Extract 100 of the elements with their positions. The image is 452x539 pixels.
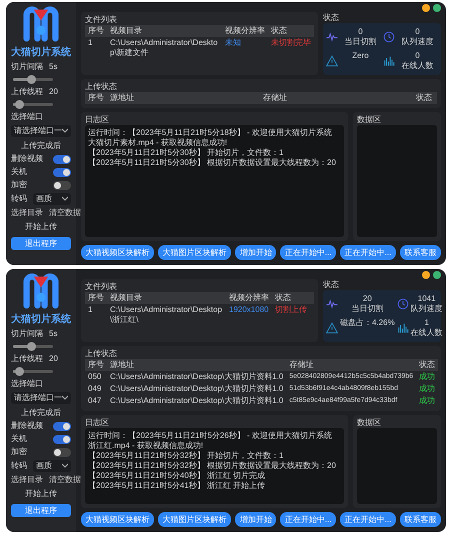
sidebar-link[interactable]: 开始上传 <box>11 221 71 232</box>
sidebar-link[interactable]: 清空数据 <box>49 475 81 485</box>
port-dropdown[interactable]: 请选择端口一 <box>11 392 71 404</box>
toggle-switch[interactable] <box>53 422 71 430</box>
setting-label: 切片间隔 <box>11 329 43 339</box>
app-title: 大猫切片系统 <box>11 46 71 59</box>
toggle-switch[interactable] <box>53 448 71 456</box>
toggle-switch[interactable] <box>53 434 71 444</box>
maximize-button[interactable] <box>433 271 441 279</box>
log-line: 运行时间：【2023年5月11日21时5分26秒】 - 欢迎使用大猫切片系统 <box>88 431 333 441</box>
clock-icon <box>396 298 409 310</box>
table-cell: 050 <box>85 371 107 383</box>
panel-title: 上传状态 <box>85 81 118 92</box>
port-dropdown[interactable]: 请选择端口一 <box>11 125 71 137</box>
toggle-switch[interactable] <box>53 168 71 176</box>
toggle-switch[interactable] <box>53 154 71 164</box>
toggle-label: 加密 <box>11 447 27 457</box>
stat-label: 当日切割 <box>351 304 384 314</box>
action-button[interactable]: 联系客服 <box>400 245 441 260</box>
setting-label: 选择端口 <box>11 379 43 389</box>
caret-icon <box>62 128 68 134</box>
log-line: 浙江红.mp4 - 获取视频信息成功! <box>88 441 204 451</box>
minimize-button[interactable] <box>422 271 430 279</box>
log-line: 运行时间：【2023年5月11日21时5分18秒】 - 欢迎使用大猫切片系统 <box>88 128 333 138</box>
action-button[interactable]: 正在开始中... <box>340 245 396 260</box>
log-line: 【2023年5月11日21时5分32秒】 开始切片，文件数：1 <box>88 451 284 461</box>
column-header: 源地址 <box>107 92 260 104</box>
action-button[interactable]: 大猫视频区块解析 <box>81 512 154 527</box>
setting-label: 切片间隔 <box>11 62 43 72</box>
sidebar-link[interactable]: 选择目录 <box>11 475 43 485</box>
bar-chart-icon <box>383 55 395 67</box>
column-header: 序号 <box>85 359 107 371</box>
section-label: 上传完成后 <box>20 407 62 418</box>
column-header: 状态 <box>416 359 438 371</box>
stat-label: 队列速度 <box>410 304 443 314</box>
transcode-dropdown[interactable]: 画质 <box>33 193 71 205</box>
action-button[interactable]: 大猫视频区块解析 <box>81 245 154 260</box>
minimize-button[interactable] <box>422 4 430 12</box>
logo-icon <box>23 6 59 42</box>
slider-thumb[interactable] <box>14 100 24 109</box>
stat-value: 20 <box>362 294 372 304</box>
panel-title: 状态 <box>323 12 340 23</box>
stat-label: 在线人数 <box>410 328 443 338</box>
action-button[interactable]: 正在开始中... <box>340 512 396 527</box>
log-line: 【2023年5月11日21时5分32秒】 根据切片数据设置最大线程数为：20 <box>88 461 337 471</box>
sidebar-link[interactable]: 选择目录 <box>11 208 43 218</box>
bar-chart-icon <box>396 322 409 334</box>
column-header: 状态 <box>413 92 437 104</box>
table-cell: 1 <box>85 304 107 326</box>
table-cell: 未切割完毕 <box>268 37 314 59</box>
setting-label: 上传线程 <box>11 354 43 364</box>
toggle-switch[interactable] <box>53 180 71 190</box>
panel-title: 状态 <box>323 279 340 290</box>
slider-thumb[interactable] <box>26 75 36 84</box>
setting-label: 转码 <box>11 461 27 471</box>
caret-icon <box>62 463 68 469</box>
stat-label: Zero <box>352 51 369 61</box>
table-cell: 成功 <box>416 371 438 383</box>
table-cell: 切割上传 <box>272 304 314 326</box>
logo-icon <box>23 273 59 309</box>
slider-thumb[interactable] <box>14 367 24 376</box>
panel-title: 数据区 <box>357 417 382 428</box>
action-button[interactable]: 大猫图片区块解析 <box>158 245 232 260</box>
action-button[interactable]: 正在开始中... <box>280 512 336 527</box>
exit-button[interactable]: 退出程序 <box>11 237 71 250</box>
setting-label: 选择端口 <box>11 112 43 122</box>
table-cell-text: C:\Users\Administrator\Desktop\大猫切片资料1.0 <box>109 395 284 407</box>
pulse-icon <box>326 298 338 310</box>
exit-button[interactable]: 退出程序 <box>11 504 71 517</box>
setting-value: 20 <box>49 87 58 97</box>
transcode-dropdown[interactable]: 画质 <box>33 460 71 472</box>
column-header: 存储址 <box>260 92 413 104</box>
stat-label: 当日切割 <box>344 37 376 47</box>
panel-title: 文件列表 <box>85 281 118 292</box>
column-header: 存储址 <box>286 359 416 371</box>
toggle-label: 删除视频 <box>11 154 43 164</box>
caret-icon <box>62 395 68 401</box>
panel-title: 日志区 <box>85 417 110 428</box>
table-cell: 未知 <box>222 37 268 59</box>
table-cell-text: C:\Users\Administrator\Desktop\大猫切片资料1.0 <box>109 383 284 395</box>
toggle-label: 关机 <box>11 434 27 444</box>
stat-label: 队列速度 <box>402 37 434 47</box>
table-cell: C:\Users\Administrator\Desktop\大猫切片资料1.0 <box>107 371 286 383</box>
action-button[interactable]: 增加开始 <box>235 512 276 527</box>
action-button[interactable]: 大猫图片区块解析 <box>158 512 232 527</box>
log-line: 【2023年5月11日21时5分40秒】 浙江红 切片完成 <box>88 471 266 481</box>
action-button[interactable]: 联系客服 <box>400 512 441 527</box>
sidebar-link[interactable]: 开始上传 <box>11 488 71 499</box>
action-button[interactable]: 增加开始 <box>235 245 276 260</box>
maximize-button[interactable] <box>433 4 441 12</box>
table-cell-text: 047 <box>87 395 102 407</box>
sidebar-link[interactable]: 清空数据 <box>49 208 81 218</box>
setting-value: 5s <box>49 329 58 339</box>
table-cell: 1920x1080 <box>226 304 272 326</box>
slider-thumb[interactable] <box>26 342 36 351</box>
column-header: 状态 <box>268 25 314 37</box>
action-button[interactable]: 正在开始中... <box>280 245 336 260</box>
warning-icon <box>326 322 338 334</box>
toggle-label: 加密 <box>11 180 27 190</box>
column-header: 序号 <box>85 292 107 304</box>
